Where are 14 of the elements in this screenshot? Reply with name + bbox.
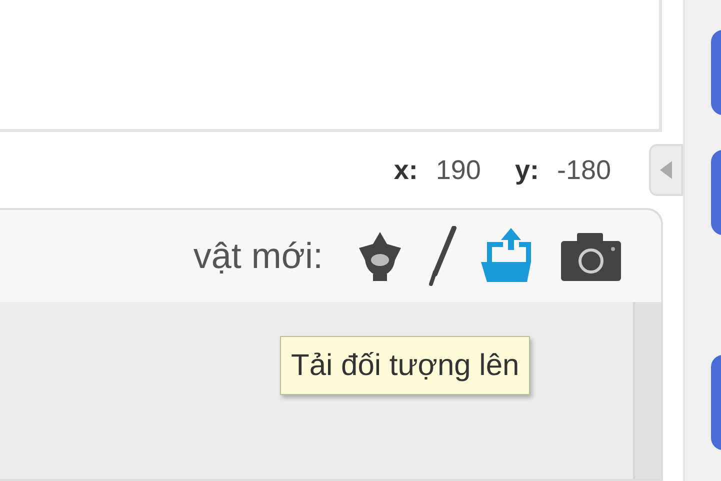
cat-face-button[interactable]: [357, 230, 403, 282]
camera-button[interactable]: [561, 231, 621, 281]
left-triangle-icon: [658, 160, 674, 180]
cat-face-icon: [357, 230, 403, 282]
y-value: -180: [556, 154, 611, 187]
tooltip: Tải đối tượng lên: [280, 336, 530, 395]
x-label: x:: [394, 154, 418, 187]
y-label: y:: [514, 154, 539, 187]
scrollbar[interactable]: [633, 302, 661, 479]
camera-icon: [561, 231, 621, 281]
paintbrush-icon: [427, 226, 457, 286]
paintbrush-button[interactable]: [427, 226, 457, 286]
new-sprite-label: vật mới:: [193, 234, 323, 278]
x-value: 190: [436, 154, 481, 187]
